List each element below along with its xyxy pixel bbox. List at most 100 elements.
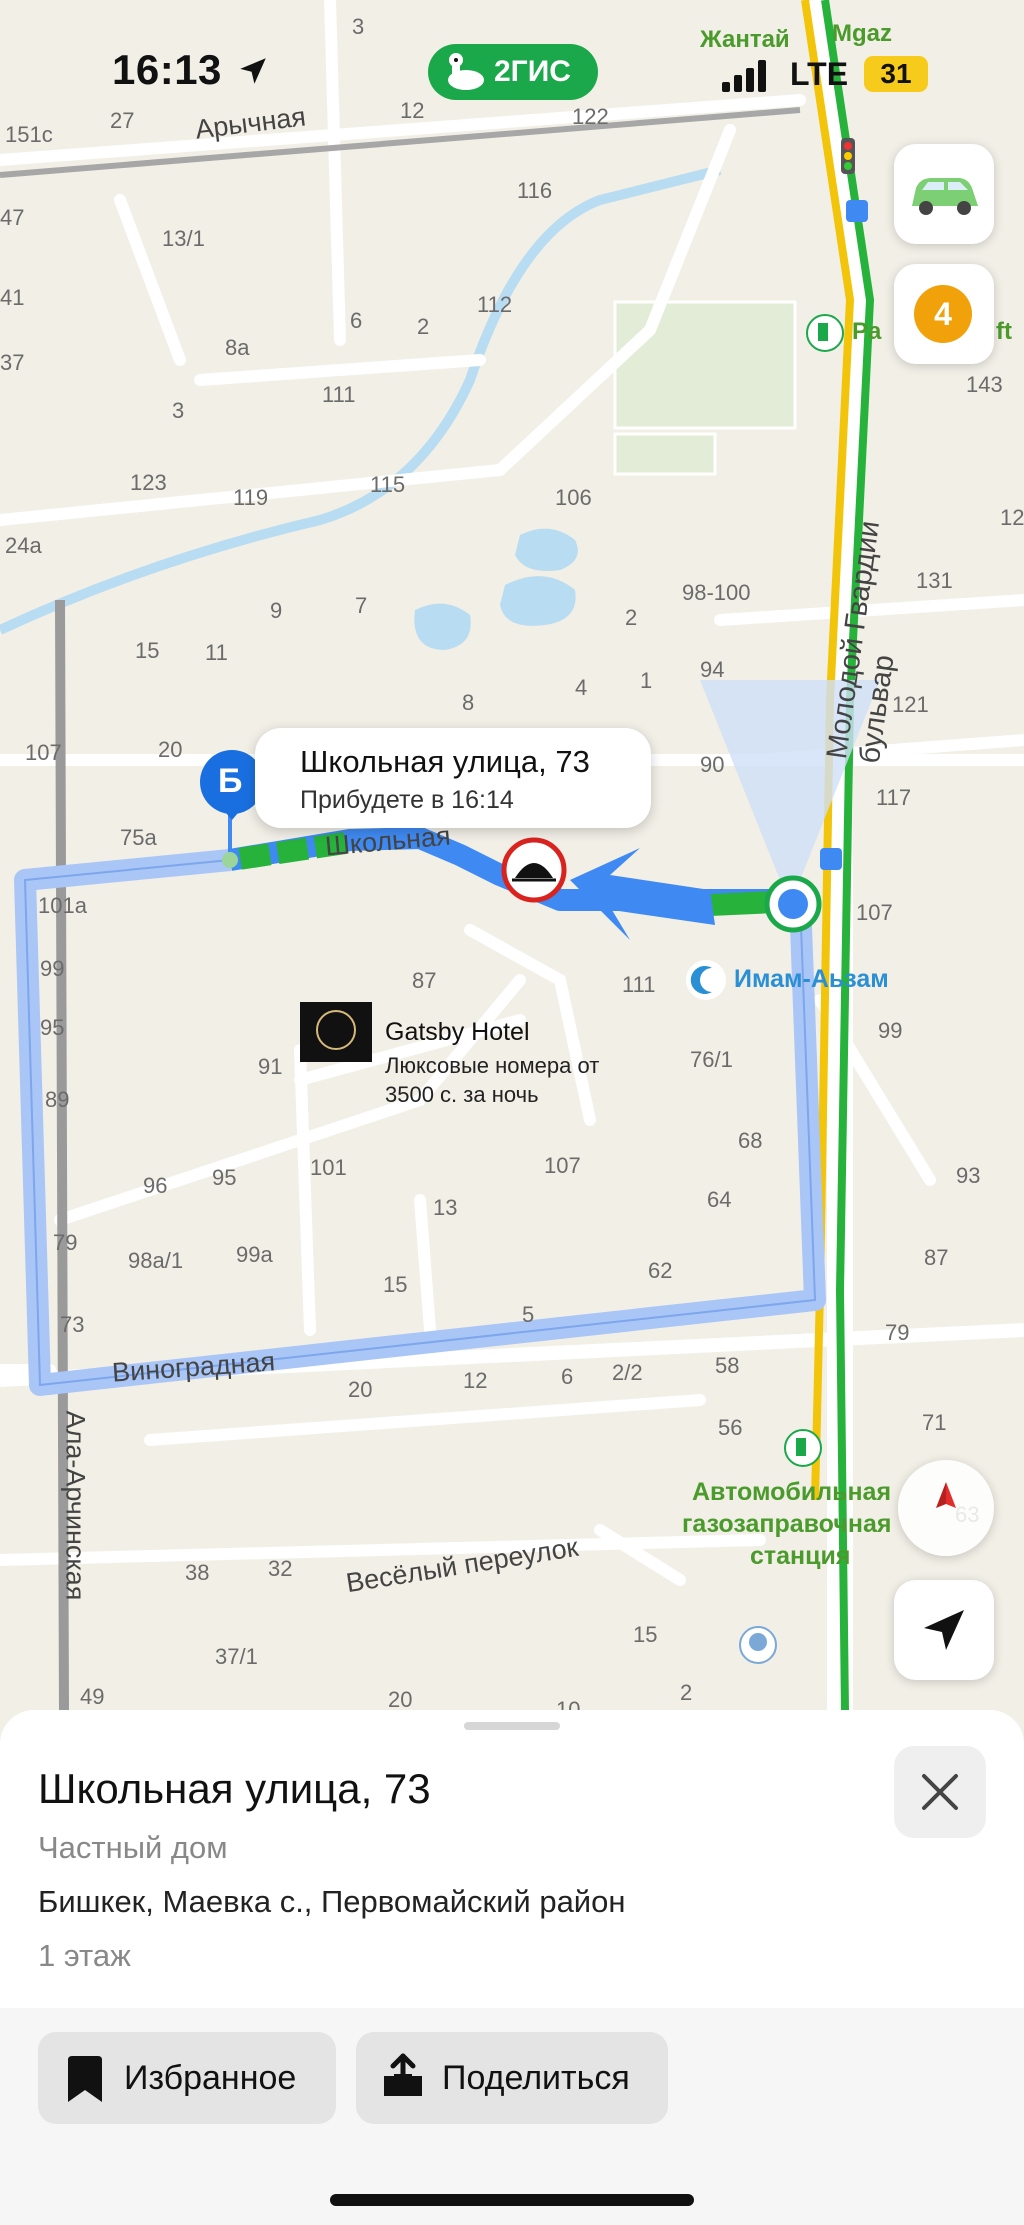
location-arrow-icon: [240, 58, 266, 84]
battery-indicator: 31: [864, 56, 928, 92]
house-number: 106: [555, 485, 592, 510]
house-number: 9: [270, 598, 283, 623]
house-number: 123: [130, 470, 167, 495]
close-button[interactable]: [894, 1746, 986, 1838]
bus-stop-icon: [846, 200, 868, 222]
house-number: 41: [0, 285, 25, 310]
house-number: 131: [916, 568, 953, 593]
map[interactable]: [0, 0, 1024, 1712]
house-number: 7: [355, 593, 368, 618]
poi-label-gas[interactable]: газозаправочная: [682, 1510, 891, 1539]
place-title: Школьная улица, 73: [38, 1765, 431, 1812]
traffic-score-badge[interactable]: 4: [914, 285, 972, 343]
house-number: 99a: [236, 1242, 273, 1267]
house-number: 12,: [1000, 505, 1024, 530]
navigation-arrow-icon: [924, 1610, 964, 1650]
house-number: 107: [856, 900, 893, 925]
app-badge[interactable]: 2ГИС: [428, 44, 598, 100]
house-number: 96: [143, 1173, 168, 1198]
house-number: 8: [462, 690, 475, 715]
destination-marker-letter: Б: [218, 762, 243, 800]
house-number: 5: [522, 1302, 535, 1327]
house-number: 111: [322, 382, 356, 407]
place-card[interactable]: Школьная улица, 73 Частный дом Бишкек, М…: [0, 1710, 1024, 2225]
house-number: 112: [477, 292, 513, 317]
house-number: 37: [0, 350, 25, 375]
park-area: [613, 300, 797, 430]
house-number: 38: [185, 1560, 210, 1585]
callout-eta: Прибудете в 16:14: [300, 786, 514, 814]
gas-station-icon: [784, 1429, 822, 1467]
house-number: 6: [561, 1364, 574, 1389]
destination-callout[interactable]: Школьная улица, 73 Прибудете в 16:14: [255, 728, 651, 828]
app-name: 2ГИС: [494, 55, 571, 88]
poi-label-gas[interactable]: Автомобильная: [692, 1478, 891, 1507]
home-indicator[interactable]: [330, 2194, 694, 2206]
house-number: 20: [158, 737, 183, 762]
house-number: 13/1: [162, 226, 205, 251]
poi-label-mosque[interactable]: Имам-Аьзам: [734, 965, 889, 994]
house-number: 8a: [225, 335, 250, 360]
house-number: 76/1: [690, 1047, 733, 1072]
house-number: 15: [383, 1272, 408, 1297]
house-number: 64: [707, 1187, 732, 1212]
house-number: 87: [412, 968, 437, 993]
bus-stop-icon: [820, 848, 842, 870]
house-number: 58: [715, 1353, 740, 1378]
compass-icon: [936, 1482, 956, 1508]
bookmark-icon: [68, 2056, 102, 2102]
house-number: 98-100: [682, 580, 751, 605]
favorite-label: Избранное: [124, 2059, 297, 2097]
house-number: 95: [40, 1015, 65, 1040]
house-number: 119: [233, 485, 269, 510]
house-number: 121: [892, 692, 929, 717]
pond: [500, 576, 576, 626]
network-type: LTE: [790, 56, 849, 92]
hotel-logo: [300, 1002, 372, 1062]
favorite-button[interactable]: Избранное: [38, 2032, 336, 2124]
globe-icon: [739, 1626, 777, 1664]
signal-icon: [722, 60, 766, 92]
car-icon: [912, 178, 978, 215]
poi-desc: Люксовые номера от: [385, 1053, 600, 1078]
sheet-grabber[interactable]: [464, 1722, 560, 1730]
house-number: 79: [53, 1230, 78, 1255]
house-number: 2/2: [612, 1360, 643, 1385]
poi-label-gas[interactable]: станция: [750, 1542, 850, 1571]
share-button[interactable]: Поделиться: [356, 2032, 668, 2124]
house-number: 11: [205, 640, 228, 665]
house-number: 62: [648, 1258, 673, 1283]
street-label: Ала-Арчинская: [60, 1410, 91, 1601]
action-bar: Избранное Поделиться: [0, 2008, 1024, 2225]
status-bar: 16:13 2ГИС LTE 31: [0, 0, 1024, 150]
house-number: 12: [463, 1368, 488, 1393]
house-number: 99: [878, 1018, 903, 1043]
house-number: 71: [922, 1410, 947, 1435]
house-number: 3: [172, 398, 185, 423]
house-number: 117: [876, 785, 912, 810]
house-number: 95: [212, 1165, 237, 1190]
poi-label-hotel[interactable]: Gatsby Hotel: [385, 1018, 530, 1047]
house-number: 90: [700, 752, 725, 777]
compass-button[interactable]: [898, 1460, 994, 1556]
house-number: 37/1: [215, 1644, 258, 1669]
house-number: 56: [718, 1415, 743, 1440]
house-number: 2: [680, 1680, 693, 1705]
my-location-button[interactable]: [894, 1580, 994, 1680]
house-number: 107: [544, 1153, 581, 1178]
poi-label[interactable]: Pa: [852, 318, 881, 346]
poi-label[interactable]: ft: [996, 318, 1012, 346]
house-number: 1: [640, 668, 653, 693]
house-number: 2: [417, 314, 430, 339]
house-number: 24a: [5, 533, 42, 558]
gas-station-icon: [806, 314, 844, 352]
callout-title: Школьная улица, 73: [300, 744, 590, 779]
house-number: 15: [135, 638, 160, 663]
house-number: 6: [350, 308, 363, 333]
transport-mode-button[interactable]: [894, 144, 994, 244]
house-number: 68: [738, 1128, 763, 1153]
place-floors: 1 этаж: [38, 1938, 131, 1973]
house-number: 93: [956, 1163, 981, 1188]
house-number: 111: [622, 972, 656, 997]
share-icon: [384, 2053, 422, 2096]
